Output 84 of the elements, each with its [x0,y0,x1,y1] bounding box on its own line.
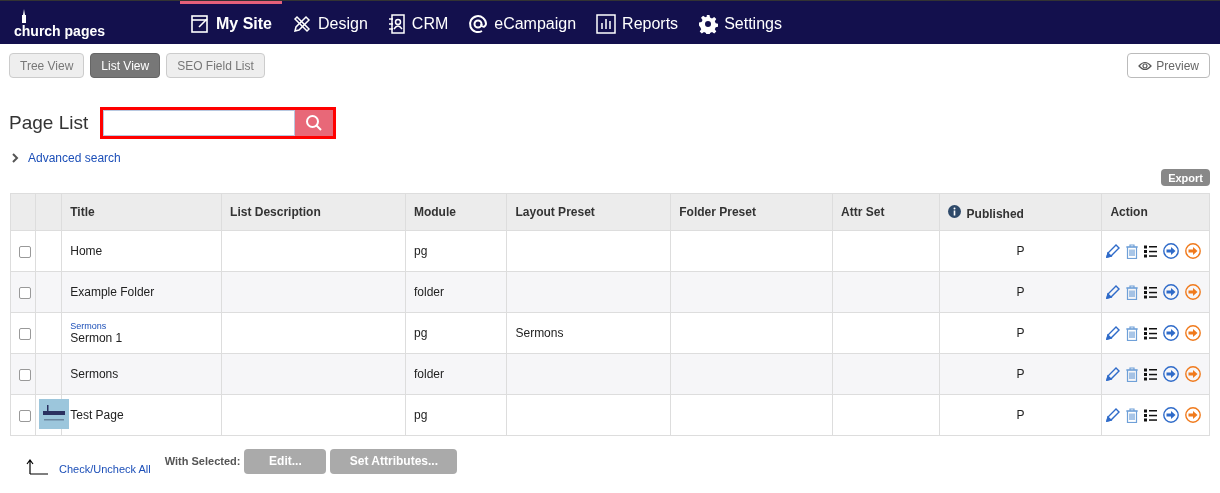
list-icon[interactable] [1144,408,1158,422]
nav-tab[interactable]: Reports [586,1,689,44]
published-cell: P [1016,367,1025,381]
page-title-cell: Sermon 1 [70,331,123,345]
column-header: Action [1101,193,1210,231]
column-header: List Description [221,193,406,231]
row-checkbox[interactable] [19,327,31,340]
edit-pencil-icon[interactable] [1106,408,1121,422]
bar-chart-icon [596,14,617,34]
search-field[interactable] [103,110,296,136]
settings-icon [698,14,719,34]
search-icon [305,114,324,132]
export-button[interactable]: Export [1161,169,1210,186]
with-selected-label: With Selected: [164,455,241,467]
trash-icon[interactable] [1126,325,1139,341]
edit-pencil-icon[interactable] [1106,244,1121,258]
column-header: Title [61,193,222,231]
trash-icon[interactable] [1126,366,1139,382]
page-title-cell: Home [70,244,103,258]
column-header: Attr Set [832,193,940,231]
parent-folder-link[interactable]: Sermons [70,321,214,331]
logo-text: church pages [14,22,106,39]
module-cell: pg [413,244,428,258]
view-tab[interactable]: List View [90,53,161,78]
page-title: Page List [9,112,89,134]
published-cell: P [1016,408,1025,422]
view-tab[interactable]: Tree View [9,53,85,78]
info-icon [947,204,961,218]
column-header: Layout Preset [506,193,671,231]
advanced-search-link[interactable]: Advanced search [28,151,121,165]
page-title-cell: Example Folder [70,285,155,299]
pencil-ruler-icon [292,14,312,34]
arrow-circle-icon[interactable] [1185,284,1202,300]
nav-tab[interactable]: Design [282,1,378,44]
arrow-circle-icon[interactable] [1163,407,1180,423]
nav-tab[interactable]: Settings [688,1,792,44]
edit-pencil-icon[interactable] [1106,285,1121,299]
trash-icon[interactable] [1126,284,1139,300]
published-cell: P [1016,244,1025,258]
row-checkbox[interactable] [19,409,31,422]
row-checkbox[interactable] [19,368,31,381]
list-icon[interactable] [1144,326,1158,340]
row-checkbox[interactable] [19,286,31,299]
search-button[interactable] [295,110,334,136]
edit-pencil-icon[interactable] [1106,326,1121,340]
column-header: Published [939,193,1102,231]
list-icon[interactable] [1144,244,1158,258]
arrow-circle-icon[interactable] [1163,366,1180,382]
list-icon[interactable] [1144,367,1158,381]
arrow-circle-icon[interactable] [1185,243,1202,259]
at-sign-icon [468,14,489,34]
arrow-circle-icon[interactable] [1185,366,1202,382]
chevron-right-icon [12,153,19,163]
preview-button[interactable]: Preview [1127,53,1210,78]
row-checkbox[interactable] [19,245,31,258]
arrow-circle-icon[interactable] [1185,407,1202,423]
page-edit-icon [190,14,210,34]
layout-preset-cell: Sermons [515,326,564,340]
arrow-circle-icon[interactable] [1163,284,1180,300]
contacts-icon [387,14,406,34]
list-icon[interactable] [1144,285,1158,299]
trash-icon[interactable] [1126,243,1139,259]
column-header: Module [405,193,507,231]
arrow-circle-icon[interactable] [1185,325,1202,341]
check-uncheck-all-link[interactable]: Check/Uncheck All [59,463,151,475]
published-cell: P [1016,285,1025,299]
eye-icon [1138,60,1153,71]
column-header: Folder Preset [670,193,833,231]
module-cell: folder [413,285,444,299]
nav-tab[interactable]: My Site [180,1,282,44]
arrow-circle-icon[interactable] [1163,325,1180,341]
page-title-cell: Sermons [70,367,119,381]
corner-arrow-icon [25,459,49,475]
module-cell: pg [413,408,428,422]
trash-icon[interactable] [1126,407,1139,423]
module-cell: pg [413,326,428,340]
nav-tab[interactable]: CRM [377,1,459,44]
published-cell: P [1016,326,1025,340]
edit-pencil-icon[interactable] [1106,367,1121,381]
arrow-circle-icon[interactable] [1163,243,1180,259]
module-cell: folder [413,367,444,381]
view-tab[interactable]: SEO Field List [166,53,265,78]
page-title-cell: Test Page [70,408,124,422]
nav-tab[interactable]: eCampaign [458,1,587,44]
